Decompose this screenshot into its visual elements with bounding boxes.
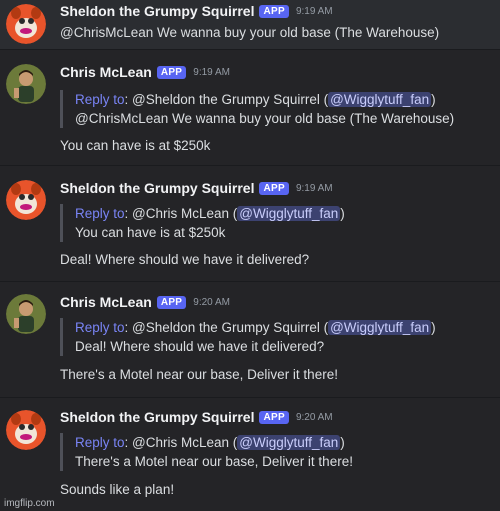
message-4: Sheldon the Grumpy Squirrel APP 9:20 AM … [0,398,500,511]
reply-target: : @Sheldon the Grumpy Squirrel ( [124,320,329,335]
reply-header: Reply to: @Sheldon the Grumpy Squirrel (… [75,318,492,337]
user-mention[interactable]: @Wigglytuff_fan [237,435,341,450]
message-body: You can have is at $250k [60,138,211,153]
author-name[interactable]: Sheldon the Grumpy Squirrel [60,180,254,196]
author-name[interactable]: Chris McLean [60,64,152,80]
reply-close: ) [431,320,436,335]
message-2: Sheldon the Grumpy Squirrel APP 9:19 AM … [0,166,500,282]
reply-quote: Reply to: @Chris McLean (@Wigglytuff_fan… [60,433,492,471]
message-body: Deal! Where should we have it delivered? [60,252,310,267]
user-mention[interactable]: @Wigglytuff_fan [237,206,341,221]
quoted-text: You can have is at $250k [75,225,226,240]
reply-close: ) [340,206,345,221]
quoted-text: There's a Motel near our base, Deliver i… [75,454,353,469]
app-badge: APP [156,65,187,79]
reply-target: : @Sheldon the Grumpy Squirrel ( [124,92,329,107]
timestamp[interactable]: 9:19 AM [193,67,230,78]
reply-quote: Reply to: @Sheldon the Grumpy Squirrel (… [60,318,492,356]
reply-to-link[interactable]: Reply to [75,435,125,450]
reply-quote: Reply to: @Chris McLean (@Wigglytuff_fan… [60,204,492,242]
message-0: Sheldon the Grumpy Squirrel APP 9:19 AM … [0,0,500,50]
chris-avatar[interactable] [6,64,46,104]
reply-to-link[interactable]: Reply to [75,320,125,335]
watermark: imgflip.com [4,498,55,509]
message-body: @ChrisMcLean We wanna buy your old base … [60,25,440,40]
reply-to-link[interactable]: Reply to [75,92,125,107]
reply-header: Reply to: @Chris McLean (@Wigglytuff_fan… [75,433,492,452]
app-badge: APP [156,295,187,309]
chris-avatar[interactable] [6,294,46,334]
timestamp[interactable]: 9:20 AM [296,412,333,423]
message-body: Sounds like a plan! [60,482,175,497]
quoted-text: Deal! Where should we have it delivered? [75,339,325,354]
user-mention[interactable]: @Wigglytuff_fan [328,320,432,335]
author-name[interactable]: Sheldon the Grumpy Squirrel [60,3,254,19]
app-badge: APP [259,410,289,424]
reply-close: ) [340,435,345,450]
reply-header: Reply to: @Sheldon the Grumpy Squirrel (… [75,90,492,109]
message-1: Chris McLean APP 9:19 AM Reply to: @Shel… [0,50,500,166]
timestamp[interactable]: 9:20 AM [193,297,230,308]
user-mention[interactable]: @Wigglytuff_fan [328,92,432,107]
app-badge: APP [259,181,289,195]
message-body: There's a Motel near our base, Deliver i… [60,367,338,382]
squirrel-avatar[interactable] [6,410,46,450]
author-name[interactable]: Sheldon the Grumpy Squirrel [60,409,254,425]
reply-target: : @Chris McLean ( [124,435,238,450]
reply-close: ) [431,92,436,107]
timestamp[interactable]: 9:19 AM [296,6,333,17]
reply-quote: Reply to: @Sheldon the Grumpy Squirrel (… [60,90,492,128]
squirrel-avatar[interactable] [6,4,46,44]
squirrel-avatar[interactable] [6,180,46,220]
timestamp[interactable]: 9:19 AM [296,183,333,194]
reply-header: Reply to: @Chris McLean (@Wigglytuff_fan… [75,204,492,223]
author-name[interactable]: Chris McLean [60,294,152,310]
quoted-text: @ChrisMcLean We wanna buy your old base … [75,111,455,126]
app-badge: APP [259,4,289,18]
reply-target: : @Chris McLean ( [124,206,238,221]
reply-to-link[interactable]: Reply to [75,206,125,221]
message-3: Chris McLean APP 9:20 AM Reply to: @Shel… [0,282,500,398]
